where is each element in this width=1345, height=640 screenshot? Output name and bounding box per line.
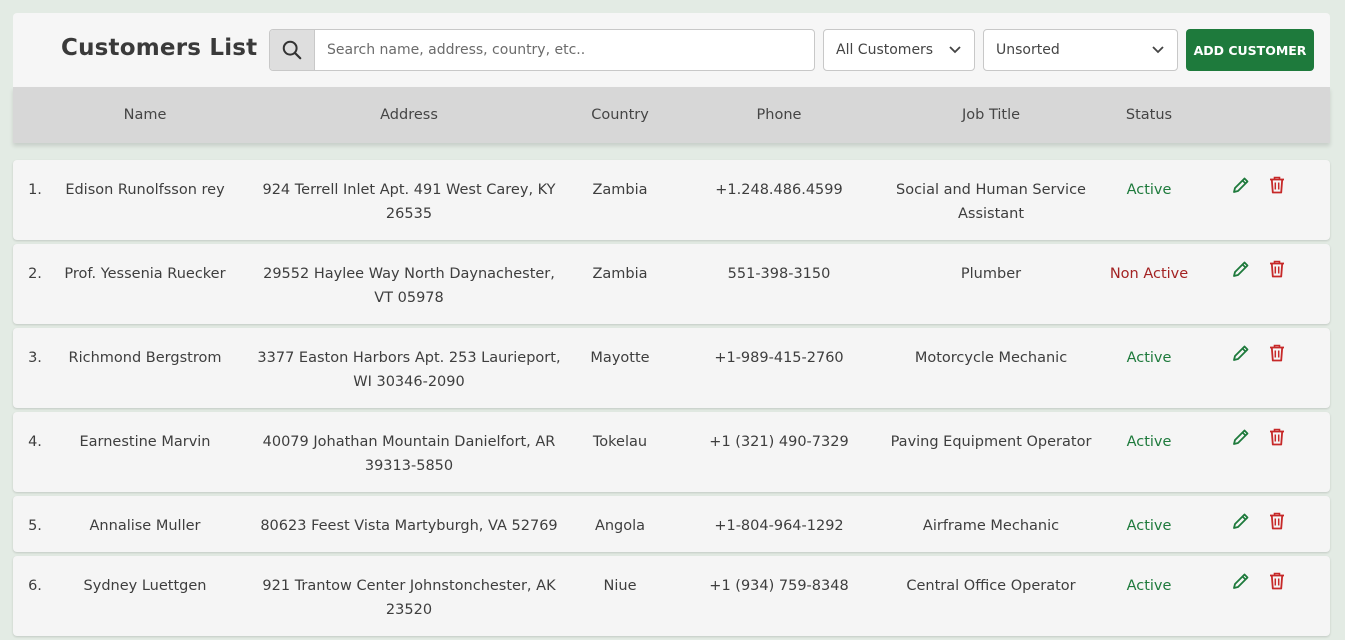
- customer-phone: +1.248.486.4599: [715, 182, 843, 198]
- search-box: [269, 29, 815, 71]
- column-header-country: Country: [591, 107, 649, 123]
- search-icon[interactable]: [270, 30, 315, 70]
- customer-job-title: Paving Equipment Operator: [890, 434, 1092, 450]
- customer-name: Earnestine Marvin: [79, 434, 211, 450]
- customer-address: 3377 Easton Harbors Apt. 253 Laurieport,…: [257, 350, 561, 390]
- customer-job-title: Airframe Mechanic: [922, 518, 1060, 534]
- table-row: 1. Edison Runolfsson rey 924 Terrell Inl…: [13, 160, 1330, 240]
- page-title: Customers List: [61, 35, 258, 61]
- customer-filter-select[interactable]: All Customers: [823, 29, 975, 71]
- customer-list: 1. Edison Runolfsson rey 924 Terrell Inl…: [13, 160, 1330, 636]
- customer-name: Annalise Muller: [89, 518, 201, 534]
- status-badge: Active: [1126, 434, 1172, 450]
- row-actions: [1231, 175, 1286, 195]
- customer-country: Niue: [603, 578, 637, 594]
- toolbar: Customers List All Customers Unsorted AD…: [13, 13, 1330, 87]
- customer-country: Tokelau: [592, 434, 648, 450]
- customer-phone: 551-398-3150: [727, 266, 831, 282]
- row-actions: [1231, 571, 1286, 591]
- status-badge: Active: [1126, 182, 1172, 198]
- customer-name: Edison Runolfsson rey: [65, 182, 225, 198]
- status-badge: Non Active: [1109, 266, 1189, 282]
- sort-select[interactable]: Unsorted: [983, 29, 1178, 71]
- customer-address: 40079 Johathan Mountain Danielfort, AR 3…: [262, 434, 556, 474]
- customers-panel: Customers List All Customers Unsorted AD…: [13, 13, 1330, 640]
- status-badge: Active: [1126, 518, 1172, 534]
- customer-phone: +1 (934) 759-8348: [709, 578, 849, 594]
- customer-address: 921 Trantow Center Johnstonchester, AK 2…: [262, 578, 556, 618]
- row-actions: [1231, 427, 1286, 447]
- customer-phone: +1-989-415-2760: [714, 350, 844, 366]
- column-header-address: Address: [380, 107, 438, 123]
- customer-job-title: Plumber: [960, 266, 1022, 282]
- customer-country: Mayotte: [590, 350, 650, 366]
- edit-icon[interactable]: [1231, 571, 1251, 591]
- customer-name: Prof. Yessenia Ruecker: [64, 266, 226, 282]
- table-row: 4. Earnestine Marvin 40079 Johathan Moun…: [13, 412, 1330, 492]
- search-input[interactable]: [315, 30, 814, 70]
- customer-address: 80623 Feest Vista Martyburgh, VA 52769: [260, 518, 558, 534]
- customer-address: 29552 Haylee Way North Daynachester, VT …: [263, 266, 555, 306]
- delete-icon[interactable]: [1268, 175, 1286, 195]
- column-header-name: Name: [123, 107, 167, 123]
- customer-phone: +1-804-964-1292: [714, 518, 844, 534]
- add-customer-button[interactable]: ADD CUSTOMER: [1186, 29, 1314, 71]
- status-badge: Active: [1126, 578, 1172, 594]
- customer-job-title: Central Office Operator: [906, 578, 1076, 594]
- filter-label: All Customers: [836, 42, 934, 58]
- table-row: 6. Sydney Luettgen 921 Trantow Center Jo…: [13, 556, 1330, 636]
- customer-country: Angola: [594, 518, 646, 534]
- table-row: 2. Prof. Yessenia Ruecker 29552 Haylee W…: [13, 244, 1330, 324]
- customer-job-title: Motorcycle Mechanic: [914, 350, 1068, 366]
- row-actions: [1231, 343, 1286, 363]
- chevron-down-icon: [1151, 45, 1165, 55]
- edit-icon[interactable]: [1231, 175, 1251, 195]
- customer-job-title: Social and Human Service Assistant: [896, 182, 1086, 222]
- column-header-phone: Phone: [756, 107, 802, 123]
- edit-icon[interactable]: [1231, 343, 1251, 363]
- table-header: Name Address Country Phone Job Title Sta…: [13, 87, 1330, 143]
- delete-icon[interactable]: [1268, 511, 1286, 531]
- delete-icon[interactable]: [1268, 343, 1286, 363]
- edit-icon[interactable]: [1231, 427, 1251, 447]
- chevron-down-icon: [948, 45, 962, 55]
- customer-address: 924 Terrell Inlet Apt. 491 West Carey, K…: [262, 182, 556, 222]
- column-header-job-title: Job Title: [961, 107, 1021, 123]
- column-header-status: Status: [1125, 107, 1173, 123]
- table-row: 5. Annalise Muller 80623 Feest Vista Mar…: [13, 496, 1330, 552]
- row-actions: [1231, 511, 1286, 531]
- sort-label: Unsorted: [996, 42, 1060, 58]
- edit-icon[interactable]: [1231, 259, 1251, 279]
- customer-country: Zambia: [592, 266, 648, 282]
- delete-icon[interactable]: [1268, 427, 1286, 447]
- delete-icon[interactable]: [1268, 571, 1286, 591]
- customer-country: Zambia: [592, 182, 648, 198]
- row-actions: [1231, 259, 1286, 279]
- status-badge: Active: [1126, 350, 1172, 366]
- customer-name: Sydney Luettgen: [83, 578, 207, 594]
- delete-icon[interactable]: [1268, 259, 1286, 279]
- table-row: 3. Richmond Bergstrom 3377 Easton Harbor…: [13, 328, 1330, 408]
- customer-phone: +1 (321) 490-7329: [709, 434, 849, 450]
- edit-icon[interactable]: [1231, 511, 1251, 531]
- customer-name: Richmond Bergstrom: [68, 350, 222, 366]
